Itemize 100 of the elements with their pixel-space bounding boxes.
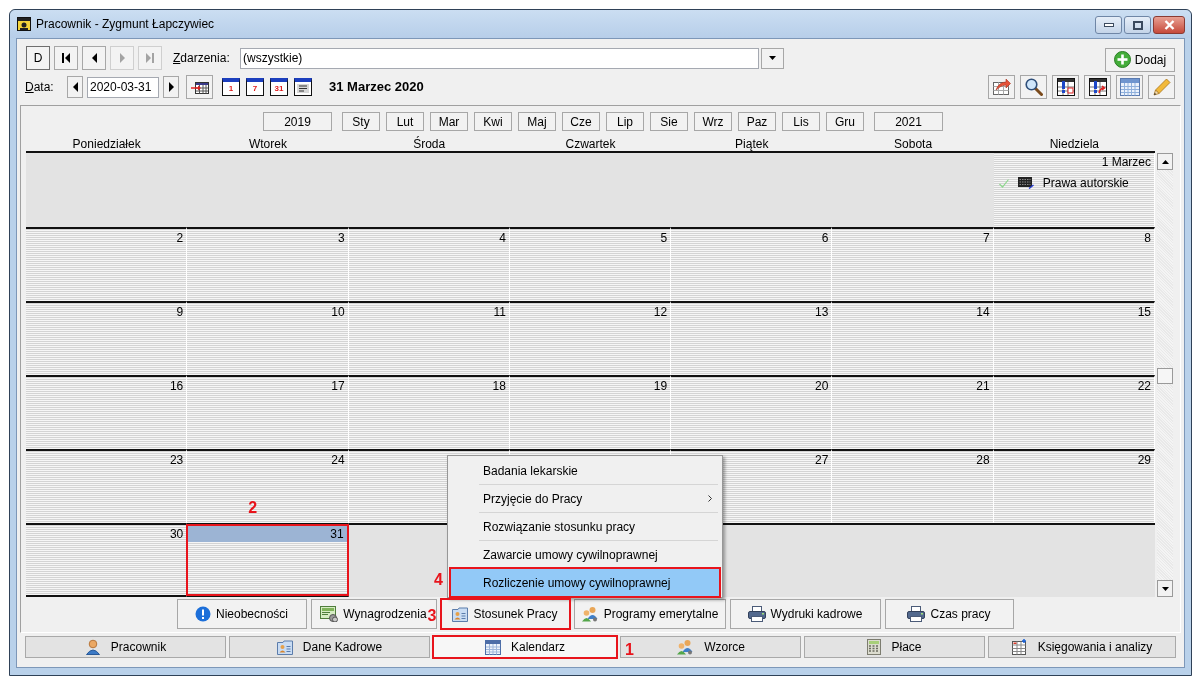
dropdown-button[interactable] — [761, 47, 784, 69]
month-button[interactable]: Wrz — [694, 112, 732, 131]
day-number: 27 — [815, 453, 829, 467]
event-title: Prawa autorskie — [1042, 175, 1129, 192]
previous-icon — [91, 53, 97, 63]
month-button[interactable]: Lis — [782, 112, 820, 131]
calendar-day[interactable]: 14 — [832, 301, 994, 375]
date-label: Data: — [25, 79, 55, 96]
calendar-day[interactable]: 22 — [993, 375, 1155, 449]
tick-icon — [998, 178, 1009, 188]
calendar-day[interactable]: 4 — [348, 227, 510, 301]
close-button[interactable] — [1153, 16, 1185, 34]
month-button[interactable]: Lut — [386, 112, 424, 131]
calendar-day[interactable]: 18 — [348, 375, 510, 449]
module-tab[interactable]: Dane Kadrowe — [229, 636, 430, 658]
day-number: 22 — [1137, 379, 1151, 393]
month-button[interactable]: Cze — [562, 112, 600, 131]
next-year-button[interactable]: 2021 — [874, 112, 943, 131]
table-icon — [1011, 639, 1028, 655]
scrollbar-thumb[interactable] — [1157, 368, 1173, 384]
month-view-button[interactable]: 31 — [270, 78, 288, 96]
calendar-day[interactable]: 16 — [26, 375, 188, 449]
export-button[interactable] — [988, 75, 1015, 99]
calendar-day[interactable]: 7 — [832, 227, 994, 301]
day-number: 24 — [331, 453, 345, 467]
calendar-day[interactable]: 29 — [993, 449, 1155, 523]
weekday-header: Piątek — [734, 137, 770, 151]
maximize-button[interactable] — [1124, 16, 1151, 34]
section-button[interactable]: Czas pracy — [884, 599, 1014, 629]
calendar-day[interactable]: 3 — [187, 227, 349, 301]
window-title: Pracownik - Zygmunt Łapczywiec — [36, 17, 215, 32]
date-field[interactable]: 2020-03-31 — [87, 76, 159, 98]
menu-item[interactable]: Zawarcie umowy cywilnoprawnej — [450, 541, 720, 568]
day-number: 10 — [331, 305, 345, 319]
section-button[interactable]: Wydruki kadrowe — [729, 599, 881, 629]
day-number: 2 — [176, 231, 184, 245]
month-button[interactable]: Maj — [518, 112, 556, 131]
scroll-down-button[interactable] — [1157, 580, 1173, 597]
previous-year-button[interactable]: 2019 — [263, 112, 332, 131]
month-button[interactable]: Sie — [650, 112, 688, 131]
list-view-button[interactable] — [294, 78, 312, 96]
section-button[interactable]: Nieobecności — [176, 599, 307, 629]
day-number: 28 — [976, 453, 990, 467]
caret-icon — [769, 56, 776, 60]
scrollbar[interactable] — [1157, 153, 1173, 597]
day-number: 5 — [660, 231, 668, 245]
next-day-button[interactable] — [163, 76, 179, 98]
calendar-day[interactable]: 15 — [993, 301, 1155, 375]
events-filter-field[interactable]: (wszystkie) — [240, 47, 759, 69]
first-button[interactable] — [54, 46, 78, 70]
scroll-up-button[interactable] — [1157, 153, 1173, 170]
month-button[interactable]: Gru — [826, 112, 864, 131]
month-button[interactable]: Mar — [430, 112, 468, 131]
calendar-day[interactable]: 2 — [26, 227, 188, 301]
calendar-alert-arrow-button[interactable] — [1084, 75, 1111, 99]
today-button[interactable] — [186, 75, 213, 99]
module-tab[interactable]: Płace — [804, 636, 985, 658]
calendar-day[interactable]: 28 — [832, 449, 994, 523]
calendar-day[interactable]: 20 — [671, 375, 833, 449]
printer-icon — [907, 606, 926, 622]
month-button[interactable]: Sty — [342, 112, 380, 131]
previous-button[interactable] — [82, 46, 106, 70]
calendar-button[interactable] — [1116, 75, 1143, 99]
search-button[interactable] — [1020, 75, 1047, 99]
day-number: 7 — [983, 231, 990, 245]
calendar-day[interactable]: 19 — [509, 375, 672, 449]
module-tab[interactable]: Pracownik — [25, 636, 226, 658]
day-view-button[interactable]: 1 — [222, 78, 240, 96]
calendar-alert-arrow-icon — [1088, 78, 1107, 96]
add-button[interactable]: Dodaj — [1105, 47, 1175, 72]
user-icon — [84, 639, 101, 655]
printer-icon — [747, 606, 766, 622]
calendar-day[interactable]: 21 — [832, 375, 994, 449]
calendar-day[interactable]: 10 — [187, 301, 349, 375]
calendar-day[interactable]: 6 — [671, 227, 833, 301]
day-number: 14 — [976, 305, 990, 319]
month-button[interactable]: Kwi — [474, 112, 512, 131]
calendar-alert-button[interactable] — [1052, 75, 1079, 99]
previous-day-button[interactable] — [67, 76, 83, 98]
calendar-day[interactable]: 11 — [348, 301, 510, 375]
week-view-button[interactable]: 7 — [246, 78, 264, 96]
module-tab[interactable]: Księgowania i analizy — [988, 636, 1176, 658]
calendar-day[interactable]: 23 — [26, 449, 188, 523]
calendar-icon — [1119, 78, 1140, 96]
calendar-day[interactable]: 5 — [509, 227, 672, 301]
day-number: 15 — [1137, 305, 1151, 319]
calendar-day[interactable]: 8 — [993, 227, 1155, 301]
calendar-day[interactable]: 30 — [26, 523, 188, 597]
toolbar-button[interactable]: D — [26, 46, 50, 70]
month-button[interactable]: Lip — [606, 112, 644, 131]
month-button[interactable]: Paz — [738, 112, 776, 131]
calendar-day[interactable]: 17 — [187, 375, 349, 449]
section-button[interactable]: Programy emerytalne — [573, 599, 726, 629]
calendar-day[interactable]: 12 — [509, 301, 672, 375]
minimize-button[interactable] — [1095, 16, 1122, 34]
calendar-day[interactable]: 1 Marzec Prawa autorskie — [993, 153, 1155, 227]
app-icon — [17, 17, 31, 31]
calendar-day[interactable]: 13 — [671, 301, 833, 375]
day-number: 30 — [169, 527, 184, 541]
calendar-day[interactable]: 9 — [26, 301, 188, 375]
